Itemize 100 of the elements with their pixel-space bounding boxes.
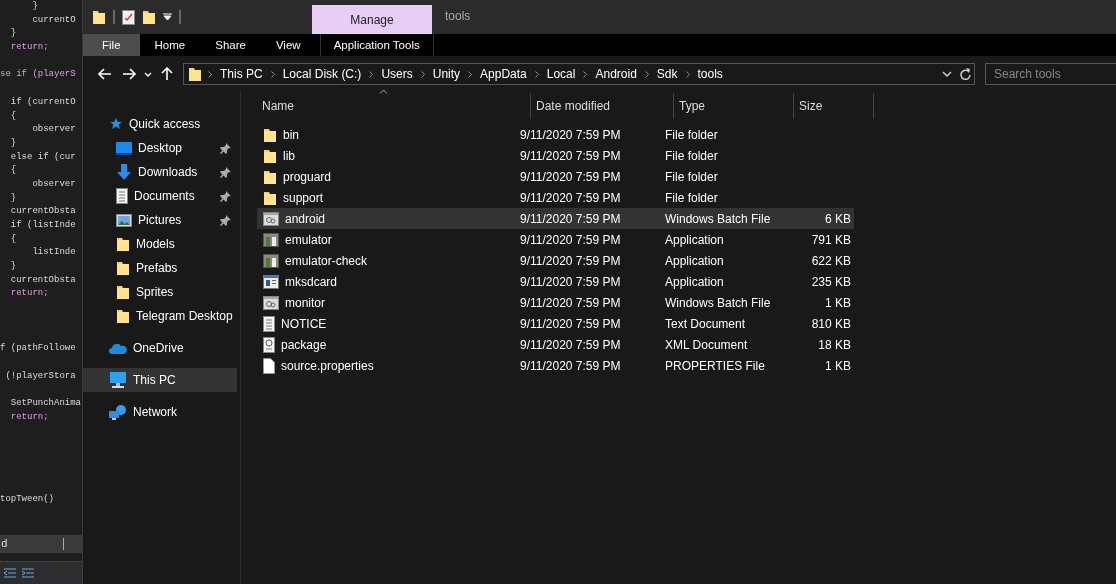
code-line: if (currentO bbox=[9, 95, 77, 109]
text-file-icon bbox=[263, 315, 275, 332]
folder-icon bbox=[116, 260, 130, 276]
column-header[interactable]: Size bbox=[794, 93, 874, 119]
file-row[interactable]: support 9/11/2020 7:59 PM File folder bbox=[257, 187, 854, 208]
file-name: lib bbox=[283, 148, 295, 163]
date-cell: 9/11/2020 7:59 PM bbox=[520, 274, 621, 289]
file-row[interactable]: proguard 9/11/2020 7:59 PM File folder bbox=[257, 166, 854, 187]
outdent-icon[interactable] bbox=[4, 568, 16, 578]
code-line: if (listInde bbox=[9, 219, 77, 232]
type-cell: XML Document bbox=[665, 337, 748, 352]
sidebar-item[interactable]: Telegram Desktop bbox=[83, 304, 239, 328]
column-header[interactable]: Type bbox=[674, 93, 794, 119]
code-line: return; bbox=[9, 287, 50, 301]
ribbon-tab[interactable]: Share bbox=[200, 34, 261, 56]
file-row[interactable]: bin 9/11/2020 7:59 PM File folder bbox=[257, 124, 854, 145]
file-name: package bbox=[281, 337, 327, 352]
type-cell: File folder bbox=[665, 127, 718, 142]
sidebar-item[interactable]: Sprites bbox=[83, 280, 237, 304]
breadcrumb[interactable]: tools bbox=[695, 67, 725, 81]
column-header[interactable]: Name bbox=[257, 93, 531, 119]
sidebar-item[interactable]: Pictures bbox=[83, 208, 237, 232]
text-file-icon bbox=[116, 188, 128, 204]
folder-icon bbox=[263, 126, 277, 143]
code-line: currentObsta bbox=[9, 273, 77, 287]
code-line: currentO bbox=[31, 13, 77, 27]
date-cell: 9/11/2020 7:59 PM bbox=[520, 358, 621, 373]
size-cell: 622 KB bbox=[811, 253, 851, 268]
code-line: se if (playerS bbox=[0, 68, 77, 82]
chevron-down-icon[interactable] bbox=[942, 71, 952, 77]
chevron-right-icon bbox=[468, 70, 473, 78]
type-cell: PROPERTIES File bbox=[665, 358, 765, 373]
type-cell: File folder bbox=[665, 190, 718, 205]
ribbon-tab[interactable]: Application Tools bbox=[319, 34, 434, 56]
properties-check-icon[interactable] bbox=[122, 9, 135, 25]
size-cell: 1 KB bbox=[825, 358, 851, 373]
file-row[interactable]: lib 9/11/2020 7:59 PM File folder bbox=[257, 145, 854, 166]
date-cell: 9/11/2020 7:59 PM bbox=[520, 316, 621, 331]
ribbon-tab[interactable]: View bbox=[260, 34, 316, 56]
code-line: observer bbox=[31, 177, 77, 191]
sidebar-item[interactable]: OneDrive bbox=[83, 336, 237, 360]
column-header[interactable]: Date modified bbox=[531, 93, 674, 119]
file-row[interactable]: emulator-check 9/11/2020 7:59 PM Application 622 KB bbox=[257, 250, 854, 271]
folder-icon bbox=[116, 236, 130, 252]
file-name: NOTICE bbox=[281, 316, 327, 331]
code-line: { bbox=[9, 109, 18, 123]
dropdown-icon[interactable] bbox=[163, 13, 172, 21]
date-cell: 9/11/2020 7:59 PM bbox=[520, 127, 621, 142]
breadcrumb[interactable]: Unity bbox=[430, 67, 463, 81]
breadcrumb[interactable]: This PC bbox=[218, 67, 265, 81]
file-icon bbox=[263, 357, 275, 374]
network-icon bbox=[109, 404, 127, 420]
breadcrumb[interactable]: Users bbox=[379, 67, 415, 81]
download-arrow-icon bbox=[116, 164, 132, 180]
breadcrumb[interactable]: Local Disk (C:) bbox=[280, 67, 364, 81]
code-line: } bbox=[9, 191, 18, 205]
type-cell: Text Document bbox=[665, 316, 746, 331]
ribbon-tab[interactable]: Home bbox=[139, 34, 201, 56]
sidebar-item[interactable]: Documents bbox=[83, 184, 237, 208]
star-icon bbox=[109, 117, 123, 131]
computer-icon bbox=[109, 372, 127, 388]
chevron-right-icon bbox=[534, 70, 539, 78]
folder-icon bbox=[263, 168, 277, 185]
size-cell: 18 KB bbox=[818, 337, 851, 352]
file-row[interactable]: android 9/11/2020 7:59 PM Windows Batch File 6 KB bbox=[257, 208, 854, 229]
sidebar-item[interactable]: Prefabs bbox=[83, 256, 237, 280]
refresh-icon[interactable] bbox=[960, 68, 971, 80]
file-name: source.properties bbox=[281, 358, 374, 373]
gear-window-icon bbox=[263, 295, 279, 310]
file-row[interactable]: emulator 9/11/2020 7:59 PM Application 791 KB bbox=[257, 229, 854, 250]
indent-icon[interactable] bbox=[22, 568, 34, 578]
date-cell: 9/11/2020 7:59 PM bbox=[520, 337, 621, 352]
file-row[interactable]: package 9/11/2020 7:59 PM XML Document 18 KB bbox=[257, 334, 854, 355]
breadcrumb[interactable]: Android bbox=[593, 67, 639, 81]
code-line: return; bbox=[9, 410, 50, 424]
breadcrumb[interactable]: Sdk bbox=[654, 67, 680, 81]
sidebar-item[interactable]: Models bbox=[83, 232, 237, 256]
breadcrumb[interactable]: Local bbox=[544, 67, 578, 81]
folder-icon bbox=[92, 9, 106, 25]
code-line: currentObsta bbox=[9, 205, 77, 219]
date-cell: 9/11/2020 7:59 PM bbox=[520, 190, 621, 205]
breadcrumb[interactable]: AppData bbox=[478, 67, 529, 81]
file-row[interactable]: monitor 9/11/2020 7:59 PM Windows Batch File 1 KB bbox=[257, 292, 854, 313]
file-row[interactable]: mksdcard 9/11/2020 7:59 PM Application 235 KB bbox=[257, 271, 854, 292]
chevron-right-icon bbox=[644, 70, 649, 78]
sidebar-item[interactable]: Desktop bbox=[83, 136, 237, 160]
sidebar-item[interactable]: This PC bbox=[83, 368, 237, 392]
manage-tab[interactable]: Manage bbox=[312, 5, 432, 34]
address-bar[interactable]: This PC Local Disk (C:) Users Unity AppData Local Android Sdk tools bbox=[183, 63, 975, 85]
file-row[interactable]: NOTICE 9/11/2020 7:59 PM Text Document 810 KB bbox=[257, 313, 854, 334]
code-line: topTween() bbox=[0, 492, 55, 506]
ribbon-tab[interactable]: File bbox=[83, 34, 140, 56]
sidebar-item[interactable]: Network bbox=[83, 400, 237, 424]
application-window-icon bbox=[263, 274, 279, 289]
search-field[interactable]: Search tools bbox=[985, 63, 1116, 85]
code-line: { bbox=[9, 232, 18, 246]
sidebar-item[interactable]: Quick access bbox=[83, 112, 237, 136]
sidebar-item[interactable]: Downloads bbox=[83, 160, 237, 184]
file-row[interactable]: source.properties 9/11/2020 7:59 PM PROPERTIES File 1 KB bbox=[257, 355, 854, 376]
code-line: else if (cur bbox=[9, 150, 77, 164]
